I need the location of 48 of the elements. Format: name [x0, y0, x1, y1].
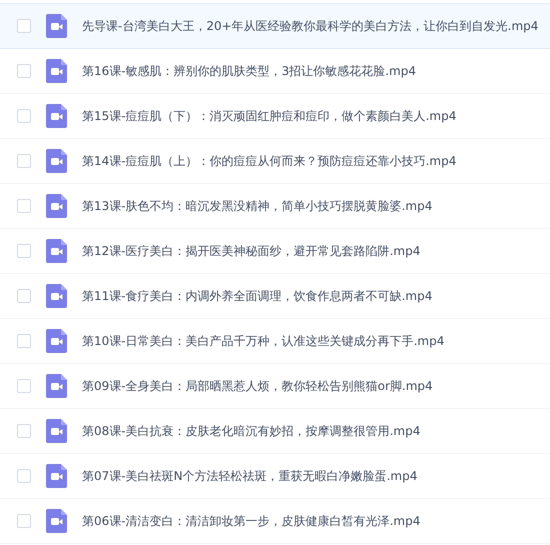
- video-file-icon: [46, 194, 67, 218]
- file-row[interactable]: 第14课-痘痘肌（上）：你的痘痘从何而来？预防痘痘还靠小技巧.mp4: [0, 139, 550, 184]
- checkbox[interactable]: [17, 379, 31, 393]
- file-name: 第12课-医疗美白：揭开医美神秘面纱，避开常见套路陷阱.mp4: [82, 243, 420, 260]
- checkbox[interactable]: [17, 109, 31, 123]
- file-name: 第09课-全身美白：局部晒黑惹人烦，教你轻松告别熊猫or脚.mp4: [82, 378, 433, 395]
- video-file-icon: [46, 374, 67, 398]
- checkbox[interactable]: [17, 514, 31, 528]
- file-name: 先导课-台湾美白大王，20+年从医经验教你最科学的美白方法，让你白到自发光.mp4: [82, 18, 538, 35]
- video-file-icon: [46, 14, 67, 38]
- checkbox[interactable]: [17, 64, 31, 78]
- file-row[interactable]: 第11课-食疗美白：内调外养全面调理，饮食作息两者不可缺.mp4: [0, 274, 550, 319]
- file-row[interactable]: 第09课-全身美白：局部晒黑惹人烦，教你轻松告别熊猫or脚.mp4: [0, 364, 550, 409]
- video-file-icon: [46, 59, 67, 83]
- file-name: 第15课-痘痘肌（下）：消灭顽固红肿痘和痘印，做个素颜白美人.mp4: [82, 108, 456, 125]
- video-file-icon: [46, 464, 67, 488]
- file-row[interactable]: 第12课-医疗美白：揭开医美神秘面纱，避开常见套路陷阱.mp4: [0, 229, 550, 274]
- checkbox[interactable]: [17, 199, 31, 213]
- video-file-icon: [46, 284, 67, 308]
- file-name: 第08课-美白抗衰：皮肤老化暗沉有妙招，按摩调整很管用.mp4: [82, 423, 420, 440]
- video-file-icon: [46, 329, 67, 353]
- checkbox[interactable]: [17, 244, 31, 258]
- file-row[interactable]: 先导课-台湾美白大王，20+年从医经验教你最科学的美白方法，让你白到自发光.mp4: [0, 4, 550, 49]
- checkbox[interactable]: [17, 334, 31, 348]
- checkbox[interactable]: [17, 424, 31, 438]
- file-name: 第11课-食疗美白：内调外养全面调理，饮食作息两者不可缺.mp4: [82, 288, 432, 305]
- video-file-icon: [46, 509, 67, 533]
- file-name: 第10课-日常美白：美白产品千万种，认准这些关键成分再下手.mp4: [82, 333, 444, 350]
- checkbox[interactable]: [17, 289, 31, 303]
- file-name: 第13课-肤色不均：暗沉发黑没精神，简单小技巧摆脱黄脸婆.mp4: [82, 198, 432, 215]
- file-row[interactable]: 第07课-美白祛斑N个方法轻松祛斑，重获无暇白净嫩脸蛋.mp4: [0, 454, 550, 499]
- video-file-icon: [46, 239, 67, 263]
- file-name: 第16课-敏感肌：辨别你的肌肤类型，3招让你敏感花花脸.mp4: [82, 63, 416, 80]
- file-row[interactable]: 第06课-清洁变白：清洁卸妆第一步，皮肤健康白皙有光泽.mp4: [0, 499, 550, 544]
- file-name: 第14课-痘痘肌（上）：你的痘痘从何而来？预防痘痘还靠小技巧.mp4: [82, 153, 456, 170]
- checkbox[interactable]: [17, 154, 31, 168]
- file-row[interactable]: 第08课-美白抗衰：皮肤老化暗沉有妙招，按摩调整很管用.mp4: [0, 409, 550, 454]
- file-name: 第07课-美白祛斑N个方法轻松祛斑，重获无暇白净嫩脸蛋.mp4: [82, 468, 418, 485]
- file-name: 第06课-清洁变白：清洁卸妆第一步，皮肤健康白皙有光泽.mp4: [82, 513, 420, 530]
- video-file-icon: [46, 419, 67, 443]
- file-row[interactable]: 第10课-日常美白：美白产品千万种，认准这些关键成分再下手.mp4: [0, 319, 550, 364]
- file-row[interactable]: 第16课-敏感肌：辨别你的肌肤类型，3招让你敏感花花脸.mp4: [0, 49, 550, 94]
- video-file-icon: [46, 149, 67, 173]
- file-row[interactable]: 第13课-肤色不均：暗沉发黑没精神，简单小技巧摆脱黄脸婆.mp4: [0, 184, 550, 229]
- checkbox[interactable]: [17, 19, 31, 33]
- file-row[interactable]: 第15课-痘痘肌（下）：消灭顽固红肿痘和痘印，做个素颜白美人.mp4: [0, 94, 550, 139]
- video-file-icon: [46, 104, 67, 128]
- checkbox[interactable]: [17, 469, 31, 483]
